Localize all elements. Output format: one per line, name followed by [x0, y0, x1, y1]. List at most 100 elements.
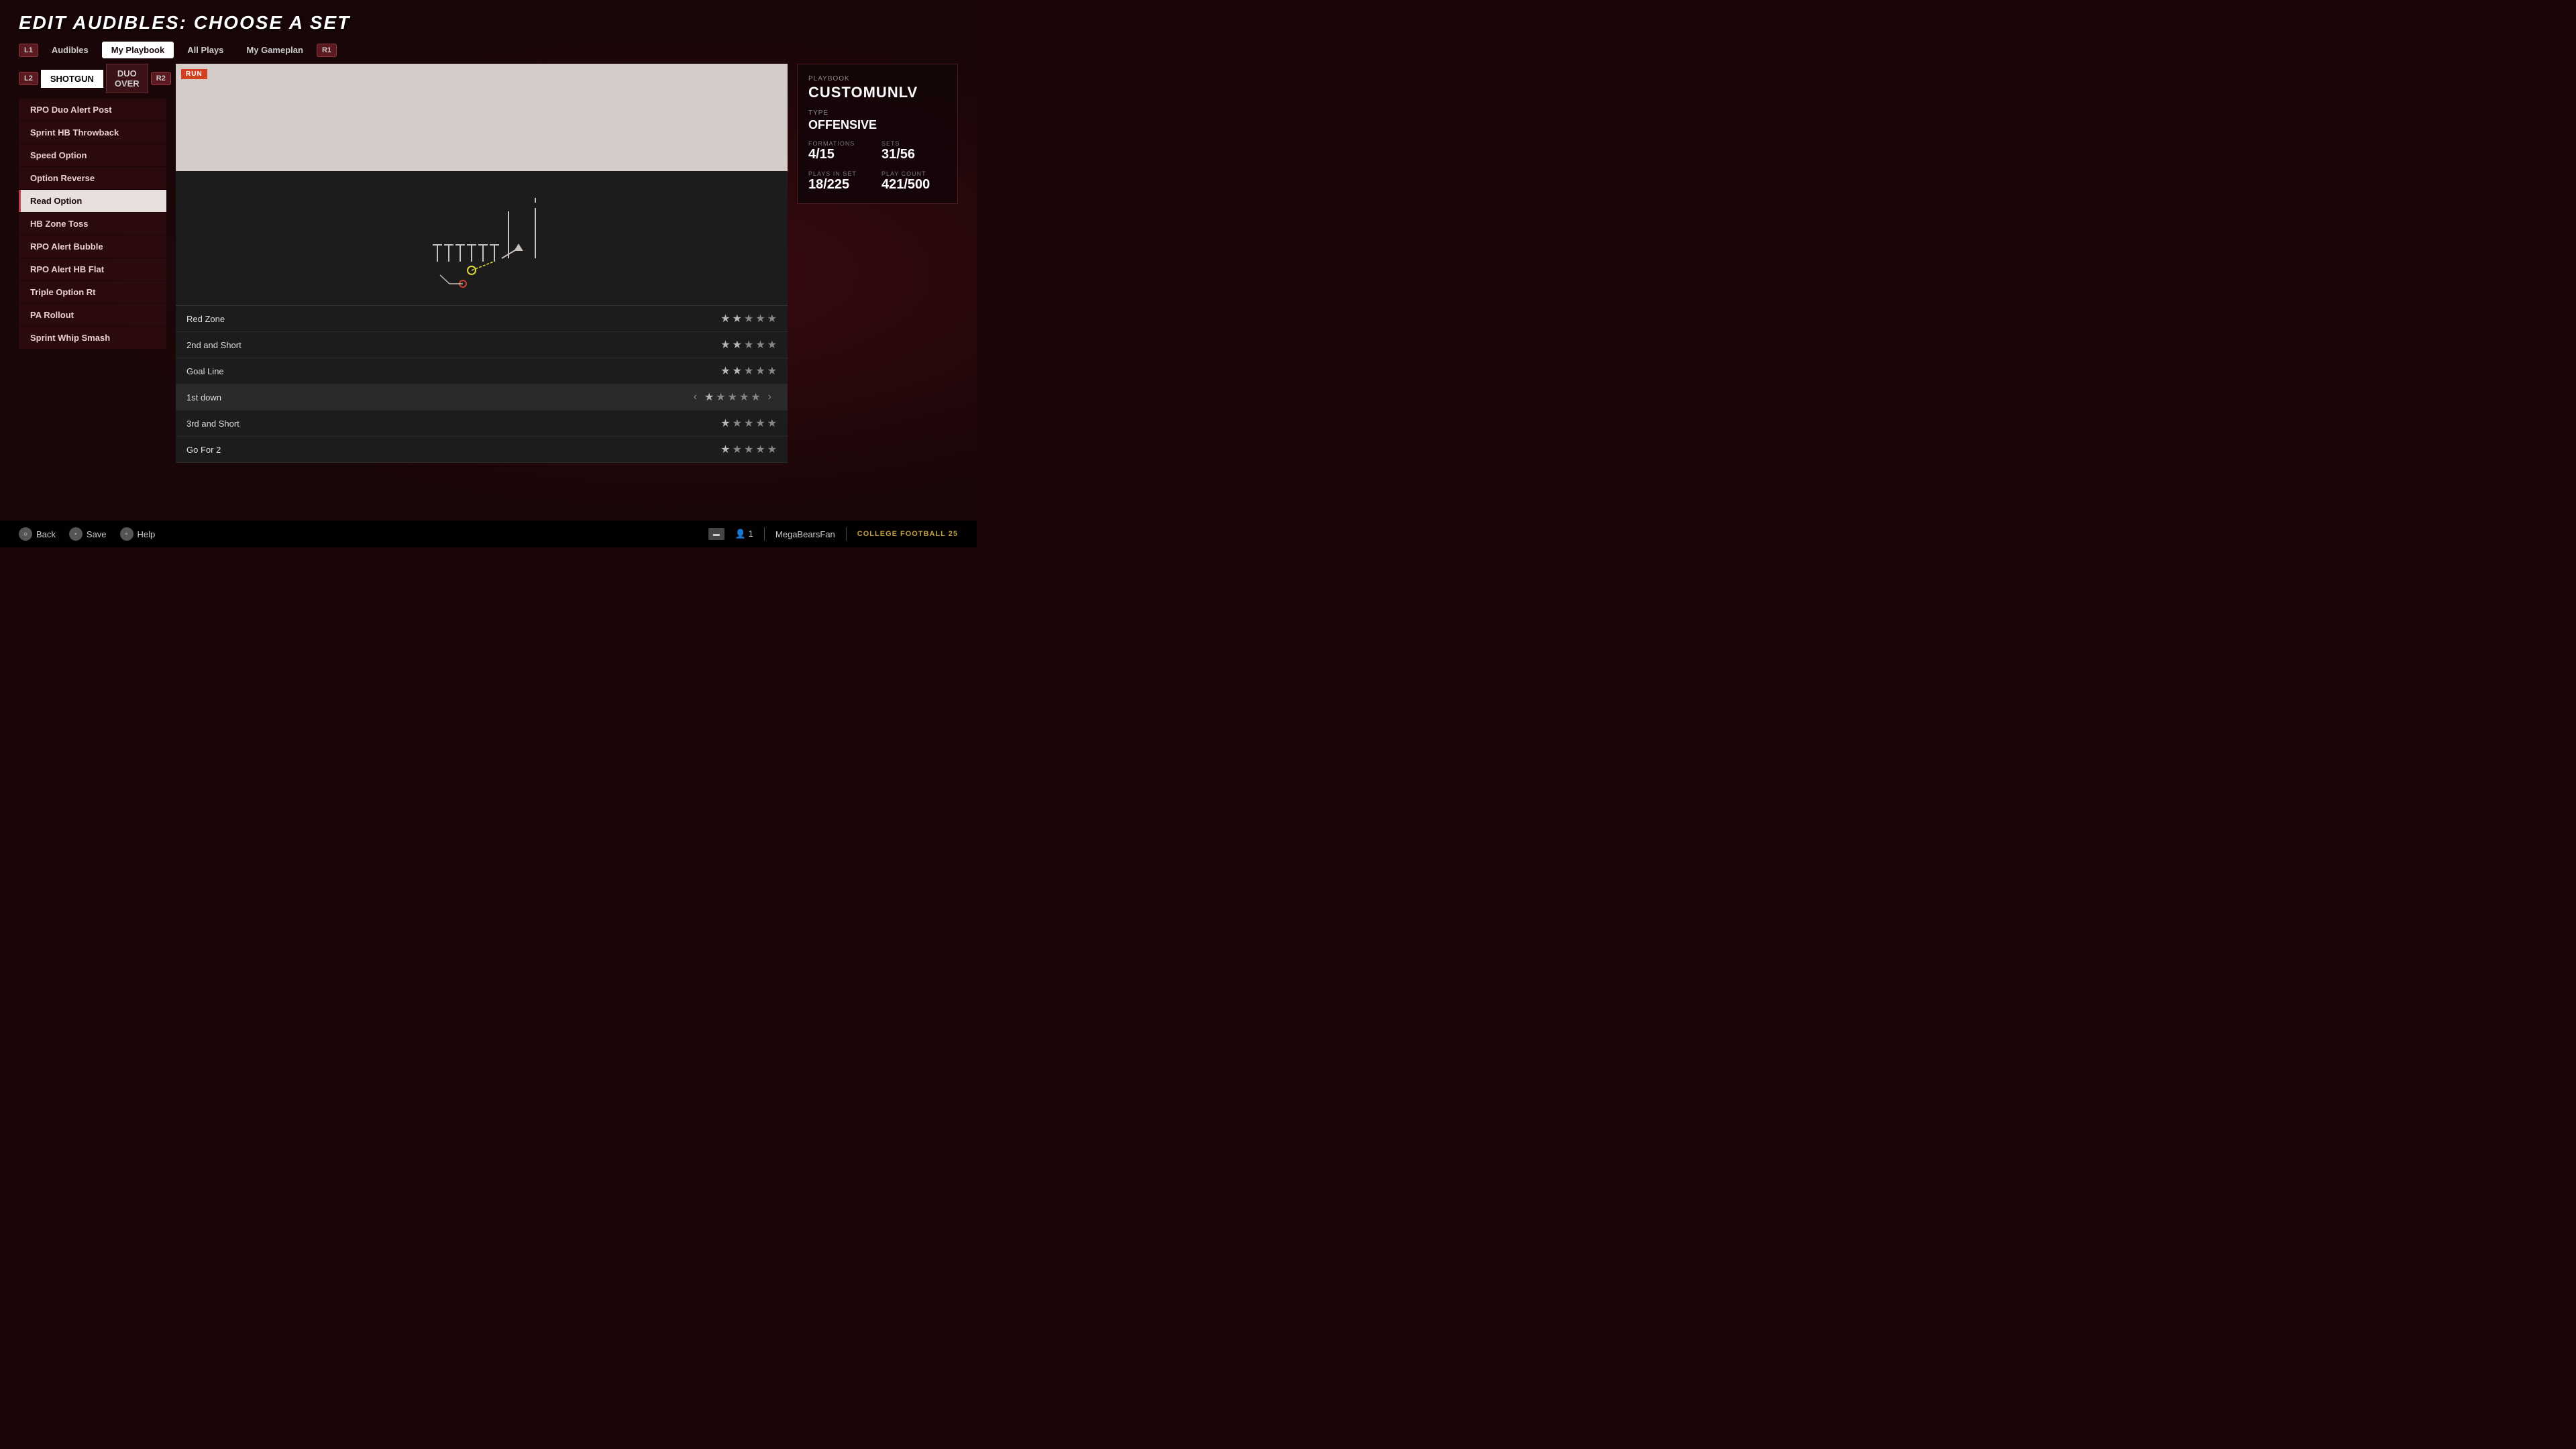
play-item-speed-option[interactable]: Speed Option [19, 144, 166, 166]
left-panel: L2 SHOTGUN DUO OVER R2 RPO Duo Alert Pos… [19, 64, 166, 547]
star-3: ★ [744, 312, 753, 325]
rating-label-3rd-short: 3rd and Short [186, 419, 720, 429]
rating-label-goal-line: Goal Line [186, 366, 720, 376]
rating-stars-goal-line: ★ ★ ★ ★ ★ [720, 364, 777, 378]
game-logo: COLLEGE FOOTBALL 25 [857, 530, 958, 538]
r1-trigger: R1 [317, 44, 337, 57]
play-item-triple-option-rt[interactable]: Triple Option Rt [19, 281, 166, 303]
l1-trigger: L1 [19, 44, 38, 57]
star-2: ★ [733, 443, 742, 456]
star-4: ★ [739, 390, 749, 404]
star-2: ★ [733, 364, 742, 378]
star-1: ★ [704, 390, 714, 404]
rating-row-3rd-short: 3rd and Short ★ ★ ★ ★ ★ [176, 411, 788, 437]
info-grid: FORMATIONS 4/15 SETS 31/56 PLAYS IN SET … [808, 140, 947, 193]
plays-in-set-value: 18/225 [808, 177, 873, 193]
page-title: EDIT AUDIBLES: CHOOSE A SET [19, 12, 958, 34]
play-item-rpo-duo-alert-post[interactable]: RPO Duo Alert Post [19, 99, 166, 121]
star-3: ★ [744, 443, 753, 456]
type-value: OFFENSIVE [808, 118, 947, 132]
play-item-rpo-alert-bubble[interactable]: RPO Alert Bubble [19, 235, 166, 258]
display-icon: ▬ [708, 528, 724, 540]
play-diagram [176, 171, 788, 305]
rating-label-1st-down: 1st down [186, 392, 688, 402]
star-2: ★ [733, 312, 742, 325]
play-preview: RUN READ OPTION [176, 64, 788, 305]
sets-value: 31/56 [881, 147, 947, 162]
tab-my-gameplan[interactable]: My Gameplan [237, 42, 313, 58]
rating-label-2nd-short: 2nd and Short [186, 340, 720, 350]
tab-my-playbook[interactable]: My Playbook [102, 42, 174, 58]
tab-all-plays[interactable]: All Plays [178, 42, 233, 58]
nav-left[interactable]: ‹ [694, 391, 697, 403]
play-item-sprint-hb-throwback[interactable]: Sprint HB Throwback [19, 121, 166, 144]
play-item-read-option[interactable]: Read Option [19, 190, 166, 212]
star-3: ★ [728, 390, 737, 404]
star-2: ★ [716, 390, 725, 404]
formations-label: FORMATIONS [808, 140, 873, 147]
play-item-option-reverse[interactable]: Option Reverse [19, 167, 166, 189]
plays-in-set-label: PLAYS IN SET [808, 170, 873, 177]
star-1: ★ [720, 338, 730, 352]
main-container: EDIT AUDIBLES: CHOOSE A SET L1 Audibles … [0, 0, 977, 547]
rating-label-red-zone: Red Zone [186, 314, 720, 324]
formations-item: FORMATIONS 4/15 [808, 140, 873, 162]
sets-item: SETS 31/56 [881, 140, 947, 162]
back-action[interactable]: ○ Back [19, 527, 56, 541]
l2-trigger: L2 [19, 72, 38, 85]
help-icon: ◦ [120, 527, 133, 541]
bottom-left: ○ Back ◦ Save ◦ Help [19, 527, 155, 541]
play-count-item: PLAY COUNT 421/500 [881, 170, 947, 193]
play-list: RPO Duo Alert Post Sprint HB Throwback S… [19, 99, 166, 547]
star-5: ★ [767, 312, 777, 325]
help-action[interactable]: ◦ Help [120, 527, 156, 541]
play-count-label: PLAY COUNT [881, 170, 947, 177]
play-item-pa-rollout[interactable]: PA Rollout [19, 304, 166, 326]
back-icon: ○ [19, 527, 32, 541]
formation-set[interactable]: DUO OVER [106, 64, 148, 93]
tab-bar: L1 Audibles My Playbook All Plays My Gam… [0, 39, 977, 64]
rating-stars-go-for-2: ★ ★ ★ ★ ★ [720, 443, 777, 456]
playbook-value: CUSTOMUNLV [808, 84, 947, 101]
rating-row-goal-line: Goal Line ★ ★ ★ ★ ★ [176, 358, 788, 384]
star-1: ★ [720, 364, 730, 378]
star-1: ★ [720, 417, 730, 430]
formation-name[interactable]: SHOTGUN [41, 70, 103, 88]
save-action[interactable]: ◦ Save [69, 527, 107, 541]
star-4: ★ [755, 364, 765, 378]
save-icon: ◦ [69, 527, 83, 541]
back-label: Back [36, 529, 56, 539]
rating-stars-1st-down: ‹ ★ ★ ★ ★ ★ › [688, 390, 777, 404]
star-5: ★ [751, 390, 760, 404]
star-5: ★ [767, 364, 777, 378]
star-3: ★ [744, 338, 753, 352]
plays-in-set-item: PLAYS IN SET 18/225 [808, 170, 873, 193]
tab-audibles[interactable]: Audibles [42, 42, 98, 58]
rating-label-go-for-2: Go For 2 [186, 445, 720, 455]
star-2: ★ [733, 417, 742, 430]
nav-right[interactable]: › [768, 391, 771, 403]
formations-value: 4/15 [808, 147, 873, 162]
bottom-bar: ○ Back ◦ Save ◦ Help ▬ 👤 1 MegaBearsFan … [0, 521, 977, 547]
star-4: ★ [755, 417, 765, 430]
center-panel: RUN READ OPTION [176, 64, 788, 547]
play-item-sprint-whip-smash[interactable]: Sprint Whip Smash [19, 327, 166, 349]
star-2: ★ [733, 338, 742, 352]
star-5: ★ [767, 443, 777, 456]
save-label: Save [87, 529, 107, 539]
user-name: MegaBearsFan [775, 529, 835, 539]
rating-row-1st-down: 1st down ‹ ★ ★ ★ ★ ★ › [176, 384, 788, 411]
play-item-rpo-alert-hb-flat[interactable]: RPO Alert HB Flat [19, 258, 166, 280]
info-card: PLAYBOOK CUSTOMUNLV TYPE OFFENSIVE FORMA… [797, 64, 958, 204]
content-area: L2 SHOTGUN DUO OVER R2 RPO Duo Alert Pos… [0, 64, 977, 547]
header: EDIT AUDIBLES: CHOOSE A SET [0, 0, 977, 39]
divider-2 [846, 527, 847, 541]
play-item-hb-zone-toss[interactable]: HB Zone Toss [19, 213, 166, 235]
bottom-right: ▬ 👤 1 MegaBearsFan COLLEGE FOOTBALL 25 [708, 527, 958, 541]
type-label: TYPE [808, 109, 947, 117]
star-4: ★ [755, 312, 765, 325]
star-4: ★ [755, 443, 765, 456]
rating-stars-red-zone: ★ ★ ★ ★ ★ [720, 312, 777, 325]
divider [764, 527, 765, 541]
rating-stars-3rd-short: ★ ★ ★ ★ ★ [720, 417, 777, 430]
